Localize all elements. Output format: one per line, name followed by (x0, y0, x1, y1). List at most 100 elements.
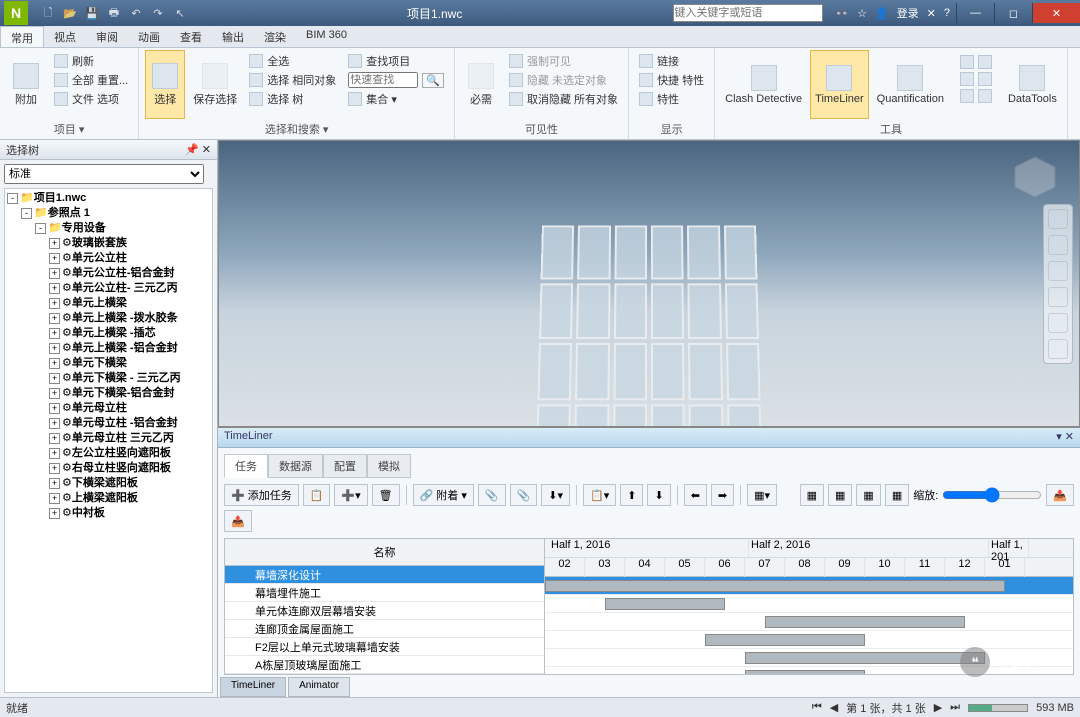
tl-btn-7[interactable]: 📋▾ (583, 484, 616, 506)
tree-item[interactable]: +⚙单元公立柱- 三元乙丙 (7, 281, 210, 296)
orbit-icon[interactable] (1048, 287, 1068, 307)
tree-item[interactable]: +⚙单元上横梁 (7, 296, 210, 311)
tl-view-3[interactable]: ▦ (856, 484, 880, 506)
tl-btn-11[interactable]: ➡ (711, 484, 734, 506)
props-button[interactable]: 特性 (635, 90, 708, 108)
look-icon[interactable] (1048, 313, 1068, 333)
exchange-icon[interactable]: ✕ (927, 7, 936, 20)
menu-tab-7[interactable]: BIM 360 (296, 26, 357, 47)
sets-button[interactable]: 集合 ▾ (344, 90, 448, 108)
required-button[interactable]: 必需 (461, 50, 501, 119)
view-cube[interactable] (1011, 153, 1059, 201)
hide-unselected-button[interactable]: 隐藏 未选定对象 (505, 71, 622, 89)
links-button[interactable]: 链接 (635, 52, 708, 70)
selection-tree[interactable]: -📁项目1.nwc -📁参照点 1 -📁专用设备+⚙玻璃嵌套族+⚙单元公立柱+⚙… (4, 188, 213, 693)
reset-all-button[interactable]: 全部 重置... (50, 71, 132, 89)
qat-print-icon[interactable]: 🖶 (106, 5, 122, 21)
qat-open-icon[interactable]: 📂 (62, 5, 78, 21)
task-row[interactable]: 幕墙埋件施工 (225, 584, 544, 602)
force-visible-button[interactable]: 强制可见 (505, 52, 622, 70)
nav-wheel-icon[interactable] (1048, 209, 1068, 229)
nav-prev-icon[interactable]: ◀ (830, 701, 838, 714)
close-panel-icon[interactable]: ✕ (202, 144, 211, 156)
pin-icon[interactable]: 📌 (185, 144, 199, 156)
menu-tab-3[interactable]: 动画 (128, 26, 170, 47)
unhide-all-button[interactable]: 取消隐藏 所有对象 (505, 90, 622, 108)
menu-tab-0[interactable]: 常用 (0, 26, 44, 47)
tl-view-1[interactable]: ▦ (800, 484, 824, 506)
attach-button[interactable]: 🔗附着 ▾ (413, 484, 474, 506)
tl-view-2[interactable]: ▦ (828, 484, 852, 506)
tl-tab-3[interactable]: 模拟 (367, 454, 411, 478)
task-row[interactable]: 连廊顶金属屋面施工 (225, 620, 544, 638)
tl-tab-1[interactable]: 数据源 (268, 454, 323, 478)
tree-item[interactable]: +⚙单元上横梁 -铝合金封 (7, 341, 210, 356)
tool-icon-1[interactable] (960, 55, 974, 69)
tl-tab-0[interactable]: 任务 (224, 454, 268, 478)
tool-icon-4[interactable] (978, 72, 992, 86)
tl-btn-12[interactable]: ▦▾ (747, 484, 777, 506)
tl-btn-10[interactable]: ⬅ (684, 484, 707, 506)
tree-item[interactable]: +⚙单元母立柱 (7, 401, 210, 416)
add-task-button[interactable]: ➕添加任务 (224, 484, 299, 506)
tool-icon-3[interactable] (960, 72, 974, 86)
quantification-button[interactable]: Quantification (873, 50, 948, 119)
task-row[interactable]: 幕墙深化设计 (225, 566, 544, 584)
tool-icon-6[interactable] (978, 89, 992, 103)
tree-item[interactable]: +⚙单元公立柱-铝合金封 (7, 266, 210, 281)
menu-tab-5[interactable]: 输出 (212, 26, 254, 47)
tree-item[interactable]: +⚙单元上横梁 -拨水胶条 (7, 311, 210, 326)
quick-find-input[interactable]: 🔍 (344, 71, 448, 89)
maximize-button[interactable]: ◻ (994, 3, 1032, 23)
viewport-3d[interactable] (218, 140, 1080, 427)
gantt-bar[interactable] (745, 670, 865, 674)
bottom-tab-1[interactable]: Animator (288, 677, 350, 697)
tool-icon-2[interactable] (978, 55, 992, 69)
help-icon[interactable]: ? (944, 7, 950, 19)
tl-btn-3[interactable]: 🗑 (372, 484, 400, 506)
gantt-bar[interactable] (545, 580, 1005, 592)
tl-export-1[interactable]: 📤 (1046, 484, 1074, 506)
select-button[interactable]: 选择 (145, 50, 185, 119)
menu-tab-1[interactable]: 视点 (44, 26, 86, 47)
task-row[interactable]: 单元体连廊双层幕墙安装 (225, 602, 544, 620)
tl-export-2[interactable]: 📤 (224, 510, 252, 532)
tree-item[interactable]: +⚙右母立柱竖向遮阳板 (7, 461, 210, 476)
menu-tab-6[interactable]: 渲染 (254, 26, 296, 47)
menu-tab-2[interactable]: 审阅 (86, 26, 128, 47)
task-row[interactable]: F2层以上单元式玻璃幕墙安装 (225, 638, 544, 656)
menu-tab-4[interactable]: 查看 (170, 26, 212, 47)
tree-item[interactable]: +⚙单元母立柱 -铝合金封 (7, 416, 210, 431)
close-button[interactable]: ✕ (1032, 3, 1080, 23)
binoculars-icon[interactable]: 👓 (835, 7, 849, 20)
tool-icon-5[interactable] (960, 89, 974, 103)
zoom-icon[interactable] (1048, 261, 1068, 281)
tree-item[interactable]: +⚙上横梁遮阳板 (7, 491, 210, 506)
login-link[interactable]: 登录 (897, 5, 919, 21)
nav-first-icon[interactable]: ⏮ (812, 701, 822, 714)
tl-btn-1[interactable]: 📋 (303, 484, 331, 506)
tl-tab-2[interactable]: 配置 (323, 454, 367, 478)
user-icon[interactable]: 👤 (875, 7, 889, 20)
tl-btn-8[interactable]: ⬆ (620, 484, 643, 506)
tree-item[interactable]: +⚙下横梁遮阳板 (7, 476, 210, 491)
quick-props-button[interactable]: 快捷 特性 (635, 71, 708, 89)
refresh-button[interactable]: 刷新 (50, 52, 132, 70)
tree-item[interactable]: +⚙中衬板 (7, 506, 210, 521)
datatools-button[interactable]: DataTools (1004, 50, 1061, 119)
search-input[interactable] (673, 4, 823, 22)
tl-btn-6[interactable]: ⬇▾ (541, 484, 570, 506)
tl-view-4[interactable]: ▦ (885, 484, 909, 506)
pan-icon[interactable] (1048, 235, 1068, 255)
gantt-bar[interactable] (745, 652, 985, 664)
bottom-tab-0[interactable]: TimeLiner (220, 677, 286, 697)
qat-undo-icon[interactable]: ↶ (128, 5, 144, 21)
nav-next-icon[interactable]: ▶ (934, 701, 942, 714)
minimize-button[interactable]: — (956, 3, 994, 23)
tree-item[interactable]: +⚙左公立柱竖向遮阳板 (7, 446, 210, 461)
tl-btn-9[interactable]: ⬇ (647, 484, 670, 506)
timeliner-close-icon[interactable]: ✕ (1065, 431, 1074, 443)
gantt-bar[interactable] (765, 616, 965, 628)
save-selection-button[interactable]: 保存选择 (189, 50, 241, 119)
timeliner-button[interactable]: TimeLiner (810, 50, 869, 119)
